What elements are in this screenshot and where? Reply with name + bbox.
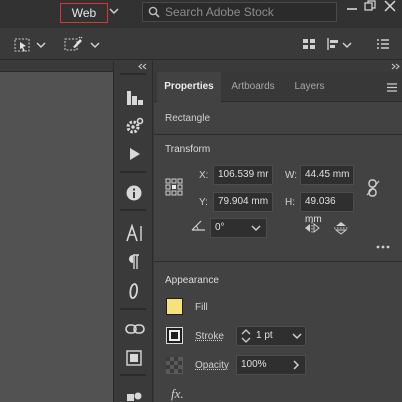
recolor-artwork-icon[interactable] (64, 36, 84, 52)
panel-menu-icon[interactable] (376, 38, 390, 50)
dock-divider (120, 171, 146, 173)
stroke-weight-value: 1 pt (256, 330, 273, 341)
select-similar-icon[interactable] (14, 37, 34, 53)
search-input[interactable] (165, 4, 333, 20)
stroke-label[interactable]: Stroke (195, 331, 224, 342)
reference-point-icon[interactable] (165, 178, 183, 196)
panel-header (154, 61, 402, 72)
width-field[interactable]: 44.45 mm (300, 165, 354, 185)
flip-horizontal-icon[interactable] (304, 221, 320, 235)
h-label: H: (285, 197, 295, 208)
arrange-grid-icon[interactable] (302, 38, 316, 50)
w-label: W: (285, 170, 298, 181)
properties-panel: Properties Artboards Layers Rectangle Tr… (154, 61, 402, 402)
document-canvas[interactable] (0, 61, 113, 402)
libraries-icon[interactable] (126, 90, 144, 106)
stock-search[interactable] (142, 2, 337, 22)
character-icon[interactable] (126, 224, 144, 242)
stroke-weight-field[interactable]: 1 pt (236, 326, 306, 346)
chevron-down-icon[interactable] (251, 224, 261, 232)
restore-icon[interactable] (363, 0, 377, 12)
minimize-icon[interactable] (345, 0, 359, 12)
play-icon[interactable] (129, 147, 141, 161)
align-left-icon[interactable] (326, 37, 340, 51)
appearance-section-title: Appearance (165, 275, 219, 286)
panel-menu-icon[interactable] (386, 83, 398, 92)
constrain-proportions-icon[interactable] (366, 179, 380, 197)
artboard-navigator-icon[interactable] (126, 350, 142, 366)
rotate-icon (191, 219, 207, 231)
tab-properties[interactable]: Properties (157, 72, 221, 102)
canvas-header (0, 61, 113, 72)
more-options-icon[interactable] (375, 244, 391, 250)
y-position-field[interactable]: 79.904 mm (213, 192, 273, 212)
x-position-field[interactable]: 106.539 mr (213, 165, 273, 185)
panel-tabs: Properties Artboards Layers (154, 72, 402, 102)
chevron-down-icon[interactable] (90, 41, 100, 49)
opentype-icon[interactable] (128, 282, 140, 300)
section-divider (154, 134, 402, 135)
chevron-down-icon[interactable] (109, 7, 119, 15)
dock-divider (120, 73, 146, 75)
chevron-down-icon[interactable] (342, 41, 352, 49)
fill-swatch[interactable] (166, 298, 183, 315)
stroke-swatch[interactable] (166, 327, 183, 344)
height-field[interactable]: 49.036 mm (300, 192, 354, 225)
flip-vertical-icon[interactable] (333, 221, 349, 235)
x-label: X: (199, 170, 209, 181)
search-icon (148, 6, 162, 18)
rotate-field[interactable]: 0° (210, 218, 267, 238)
shapes-icon[interactable] (126, 391, 142, 402)
application-bar: Web (0, 0, 402, 28)
rotate-value: 0° (215, 222, 225, 233)
section-divider (154, 261, 402, 262)
transform-section-title: Transform (165, 144, 211, 155)
opacity-label[interactable]: Opacity (195, 360, 229, 371)
fill-label: Fill (195, 302, 208, 313)
tab-artboards[interactable]: Artboards (224, 72, 282, 102)
close-icon[interactable] (383, 0, 397, 12)
expand-panels-icon[interactable] (390, 63, 400, 70)
collapse-panels-icon[interactable] (138, 63, 148, 70)
y-label: Y: (199, 197, 208, 208)
opacity-value: 100% (241, 359, 267, 370)
link-icon[interactable] (125, 323, 145, 335)
dock-divider (120, 308, 146, 310)
workspace-switcher[interactable]: Web (60, 3, 108, 23)
chevron-down-icon[interactable] (36, 41, 46, 49)
info-icon[interactable] (126, 185, 142, 201)
opacity-field[interactable]: 100% (236, 355, 306, 375)
chevron-right-icon[interactable] (292, 360, 300, 370)
dock-divider (120, 209, 146, 211)
stepper-icon[interactable] (241, 329, 251, 343)
control-bar (0, 28, 402, 60)
gear-icon[interactable] (125, 117, 145, 135)
tab-layers[interactable]: Layers (287, 72, 332, 102)
chevron-down-icon[interactable] (292, 332, 302, 340)
paragraph-icon[interactable] (128, 254, 140, 270)
effects-label[interactable]: fx. (171, 386, 184, 402)
opacity-swatch-icon (166, 357, 183, 374)
panel-dock (113, 61, 153, 402)
selection-type-label: Rectangle (165, 113, 211, 124)
window-controls (343, 0, 402, 14)
dock-divider (120, 374, 146, 376)
